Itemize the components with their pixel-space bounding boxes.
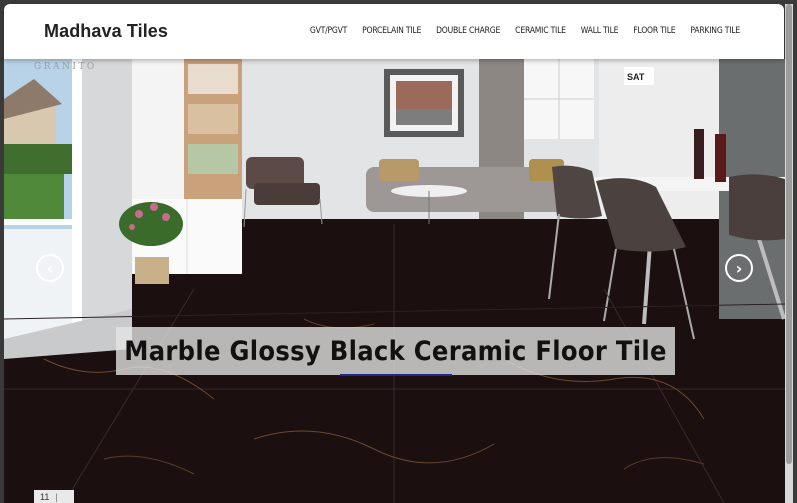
chevron-right-icon: › bbox=[735, 258, 743, 278]
nav-item-gvt-pgvt[interactable]: GVT/PGVT bbox=[310, 26, 347, 36]
slider-prev-button[interactable]: ‹ bbox=[36, 254, 64, 282]
slide-caption: Marble Glossy Black Ceramic Floor Tile bbox=[124, 335, 667, 367]
room-scene-image: SAT bbox=[4, 59, 785, 503]
nav-item-floor-tile[interactable]: FLOOR TILE bbox=[633, 26, 675, 36]
chevron-left-icon: ‹ bbox=[46, 258, 54, 278]
nav-item-parking-tile[interactable]: PARKING TILE bbox=[690, 26, 740, 36]
page-scrollbar-thumb[interactable] bbox=[786, 4, 792, 464]
hero-slider: SAT GRANITO ‹ › Marble Glossy Black Cera… bbox=[4, 59, 785, 503]
slide-caption-box: Marble Glossy Black Ceramic Floor Tile bbox=[116, 327, 675, 375]
nav-item-wall-tile[interactable]: WALL TILE bbox=[581, 26, 619, 36]
svg-text:SAT: SAT bbox=[627, 72, 645, 82]
nav-item-double-charge[interactable]: DOUBLE CHARGE bbox=[436, 26, 500, 36]
counter-divider: | bbox=[55, 491, 58, 502]
main-nav: GVT/PGVT PORCELAIN TILE DOUBLE CHARGE CE… bbox=[310, 26, 740, 36]
slide-counter-value: 11 bbox=[40, 491, 50, 502]
slider-next-button[interactable]: › bbox=[725, 254, 753, 282]
brand-logo[interactable]: Madhava Tiles bbox=[44, 21, 168, 42]
granito-watermark: GRANITO bbox=[34, 62, 97, 72]
nav-item-ceramic-tile[interactable]: CERAMIC TILE bbox=[515, 26, 566, 36]
slide-counter: 11 | bbox=[34, 490, 74, 503]
caption-underline bbox=[340, 374, 452, 376]
site-header: Madhava Tiles GVT/PGVT PORCELAIN TILE DO… bbox=[4, 4, 784, 59]
nav-item-porcelain-tile[interactable]: PORCELAIN TILE bbox=[362, 26, 421, 36]
